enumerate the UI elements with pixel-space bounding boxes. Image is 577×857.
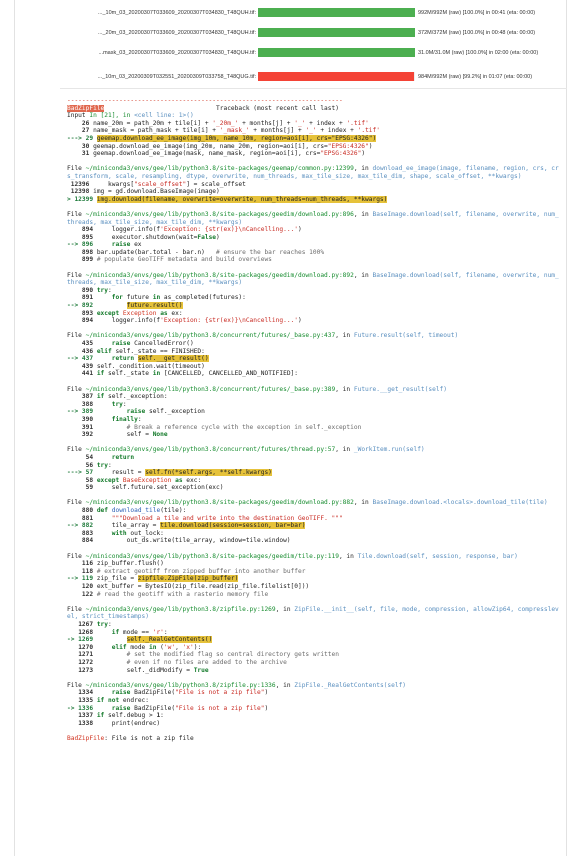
traceback-input: Input In [21], in <cell line: 1>() [67,112,194,120]
progress-filename: ...mask_03_20200307T033609_20200307T0348… [98,50,256,56]
progress-stats: 984M/992M (raw) [99.2%] in 01:07 (eta: 0… [418,74,533,80]
traceback-output: ----------------------------------------… [67,97,561,742]
final-error-message: : File is not a zip file [104,734,194,742]
progress-bar [258,72,415,81]
progress-stats: 31.0M/31.0M (raw) [100.0%] in 02:00 (eta… [418,50,539,56]
progress-bar-fill [258,28,415,37]
progress-row: ..._10m_03_20200307T033609_20200307T0348… [0,6,577,20]
final-error-name: BadZipFile [67,734,105,742]
progress-stats: 372M/372M (raw) [100.0%] in 00:48 (eta: … [418,30,536,36]
traceback-header: BadZipFile Traceback (most recent call l… [67,104,339,112]
progress-bar-fill [258,8,415,17]
progress-bar [258,48,415,57]
progress-filename: ..._20m_03_20200307T033609_20200307T0348… [97,30,256,36]
progress-bar-fill [258,48,415,57]
output-divider [60,88,567,89]
progress-bar-fill [258,72,414,81]
final-error-line: BadZipFile: File is not a zip file [67,735,561,743]
progress-bar [258,8,415,17]
progress-row: ..._10m_03_20200309T032551_20200309T0337… [0,70,577,84]
progress-stats: 992M/992M (raw) [100.0%] in 00:41 (eta: … [418,10,536,16]
progress-row: ..._20m_03_20200307T033609_20200307T0348… [0,26,577,40]
progress-filename: ..._10m_03_20200309T032551_20200309T0337… [97,74,256,80]
progress-bar [258,28,415,37]
progress-row: ...mask_03_20200307T033609_20200307T0348… [0,46,577,60]
error-name: BadZipFile [67,104,105,112]
traceback-separator: ----------------------------------------… [67,97,343,104]
progress-filename: ..._10m_03_20200307T033609_20200307T0348… [97,10,256,16]
